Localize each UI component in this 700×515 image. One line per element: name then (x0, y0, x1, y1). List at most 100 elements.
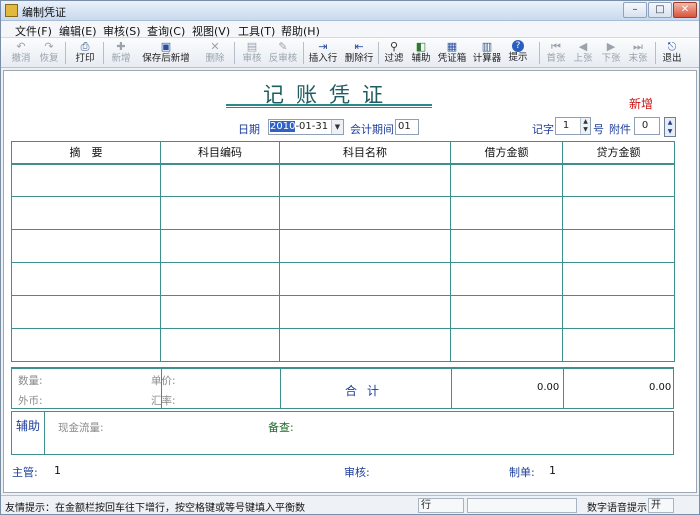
attach-input[interactable]: 0 (634, 117, 660, 135)
voice-toggle[interactable]: 开 (648, 498, 674, 513)
remark-label: 备查: (268, 421, 294, 434)
credit-cell[interactable] (562, 262, 675, 296)
credit-cell[interactable] (562, 328, 675, 362)
account-name-cell[interactable] (279, 328, 451, 362)
menu-query[interactable]: 查询(C) (147, 23, 185, 39)
maker-label: 制单: (509, 466, 535, 479)
word-label: 记字 (532, 123, 554, 136)
menu-help[interactable]: 帮助(H) (281, 23, 320, 39)
menu-view[interactable]: 视图(V) (192, 23, 230, 39)
voice-tip-label: 数字语音提示 (587, 503, 647, 514)
spinner-arrows-icon[interactable]: ▲ ▼ (580, 118, 590, 134)
status-tip: 友情提示：在金额栏按回车往下增行，按空格键或等号键填入平衡数 (5, 503, 305, 514)
debit-cell[interactable] (450, 163, 563, 197)
date-year-selected: 2010 (270, 121, 296, 132)
status-cell-empty (467, 498, 577, 513)
maker-value: 1 (549, 464, 556, 477)
next-icon: ▶ (606, 40, 616, 53)
attach-spinner-icon[interactable]: ▲ ▼ (664, 117, 676, 137)
save-icon: ▣ (160, 40, 172, 53)
account-code-cell[interactable] (160, 163, 280, 197)
last-button[interactable]: ⏭ 末张 (620, 39, 656, 67)
menu-tools[interactable]: 工具(T) (238, 23, 275, 39)
add-icon: ✚ (116, 40, 126, 53)
voucher-box-icon: ▦ (446, 40, 458, 53)
account-name-cell[interactable] (279, 262, 451, 296)
last-icon: ⏭ (633, 40, 643, 53)
account-code-cell[interactable] (160, 262, 280, 296)
cash-flow-label: 现金流量: (58, 422, 104, 434)
calculator-icon: ▥ (481, 40, 493, 53)
auxiliary-label[interactable]: 辅助 (12, 412, 45, 454)
number-suffix: 号 (593, 123, 604, 136)
summary-cell[interactable] (11, 262, 161, 296)
rate-label: 汇率: (151, 395, 176, 407)
account-code-cell[interactable] (160, 295, 280, 329)
status-new-label: 新增 (629, 97, 654, 111)
insert-row-icon: ⇥ (318, 40, 328, 53)
total-label: 合计 (344, 384, 389, 398)
toolbar: ↶ 撤消 ↷ 恢复 ⎙ 打印 ✚ 新增 ▣ 保存后新增 ✕ 删除 ▤ 审核 ✎ 反审核 ⇥ 插入行… (1, 38, 699, 68)
save-and-new-button[interactable]: ▣ 保存后新增 (137, 39, 195, 67)
delete-row-button[interactable]: ⇤ 删除行 (341, 39, 377, 67)
account-code-cell[interactable] (160, 196, 280, 230)
menu-edit[interactable]: 编辑(E) (59, 23, 97, 39)
delete-button[interactable]: ✕ 删除 (197, 39, 233, 67)
voucher-box-button[interactable]: ▦ 凭证箱 (434, 39, 470, 67)
close-button[interactable]: ✕ (673, 2, 697, 18)
col-credit: 贷方金额 (562, 141, 675, 165)
credit-cell[interactable] (562, 163, 675, 197)
printer-icon: ⎙ (80, 40, 90, 53)
print-button[interactable]: ⎙ 打印 (67, 39, 103, 67)
unit-price-label: 单价: (151, 375, 176, 387)
undo-icon: ↶ (16, 40, 26, 53)
voucher-canvas: 记账凭证 新增 日期 2010-01-31 ▼ 会计期间 01 记字 1 ▲ ▼ … (3, 70, 697, 493)
chevron-down-icon[interactable]: ▼ (331, 120, 343, 134)
debit-cell[interactable] (450, 196, 563, 230)
account-name-cell[interactable] (279, 196, 451, 230)
debit-cell[interactable] (450, 295, 563, 329)
table-row (11, 295, 675, 329)
attach-label: 附件 (609, 123, 631, 136)
status-bar: 友情提示：在金额栏按回车往下增行，按空格键或等号键填入平衡数 行 数字语音提示 … (1, 495, 699, 514)
minimize-button[interactable]: – (623, 2, 647, 18)
summary-cell[interactable] (11, 163, 161, 197)
credit-cell[interactable] (562, 196, 675, 230)
summary-cell[interactable] (11, 229, 161, 263)
account-code-cell[interactable] (160, 229, 280, 263)
summary-cell[interactable] (11, 196, 161, 230)
summary-cell[interactable] (11, 295, 161, 329)
tip-button[interactable]: ? 提示 (500, 39, 536, 67)
insert-row-button[interactable]: ⇥ 插入行 (305, 39, 341, 67)
unaudit-button[interactable]: ✎ 反审核 (265, 39, 301, 67)
date-label: 日期 (238, 123, 260, 136)
number-spinner[interactable]: 1 ▲ ▼ (555, 117, 591, 135)
quantity-label: 数量: (18, 375, 43, 387)
filter-icon: ⚲ (389, 40, 399, 53)
account-name-cell[interactable] (279, 229, 451, 263)
redo-button[interactable]: ↷ 恢复 (31, 39, 67, 67)
summary-cell[interactable] (11, 328, 161, 362)
debit-cell[interactable] (450, 328, 563, 362)
debit-cell[interactable] (450, 262, 563, 296)
redo-icon: ↷ (44, 40, 54, 53)
menu-audit[interactable]: 审核(S) (103, 23, 141, 39)
maximize-button[interactable]: □ (648, 2, 672, 18)
credit-cell[interactable] (562, 229, 675, 263)
previous-icon: ◀ (578, 40, 588, 53)
delete-icon: ✕ (210, 40, 220, 53)
table-row (11, 229, 675, 263)
account-name-cell[interactable] (279, 163, 451, 197)
credit-cell[interactable] (562, 295, 675, 329)
table-row (11, 196, 675, 230)
add-button[interactable]: ✚ 新增 (103, 39, 139, 67)
account-name-cell[interactable] (279, 295, 451, 329)
debit-cell[interactable] (450, 229, 563, 263)
exit-button[interactable]: ⎋ 退出 (654, 39, 690, 67)
audit-icon: ▤ (246, 40, 258, 53)
voucher-window: 编制凭证 – □ ✕ 文件(F) 编辑(E) 审核(S) 查询(C) 视图(V)… (0, 0, 700, 515)
date-input[interactable]: 2010-01-31 ▼ (268, 119, 344, 135)
account-code-cell[interactable] (160, 328, 280, 362)
period-input[interactable]: 01 (395, 119, 419, 135)
menu-file[interactable]: 文件(F) (15, 23, 52, 39)
